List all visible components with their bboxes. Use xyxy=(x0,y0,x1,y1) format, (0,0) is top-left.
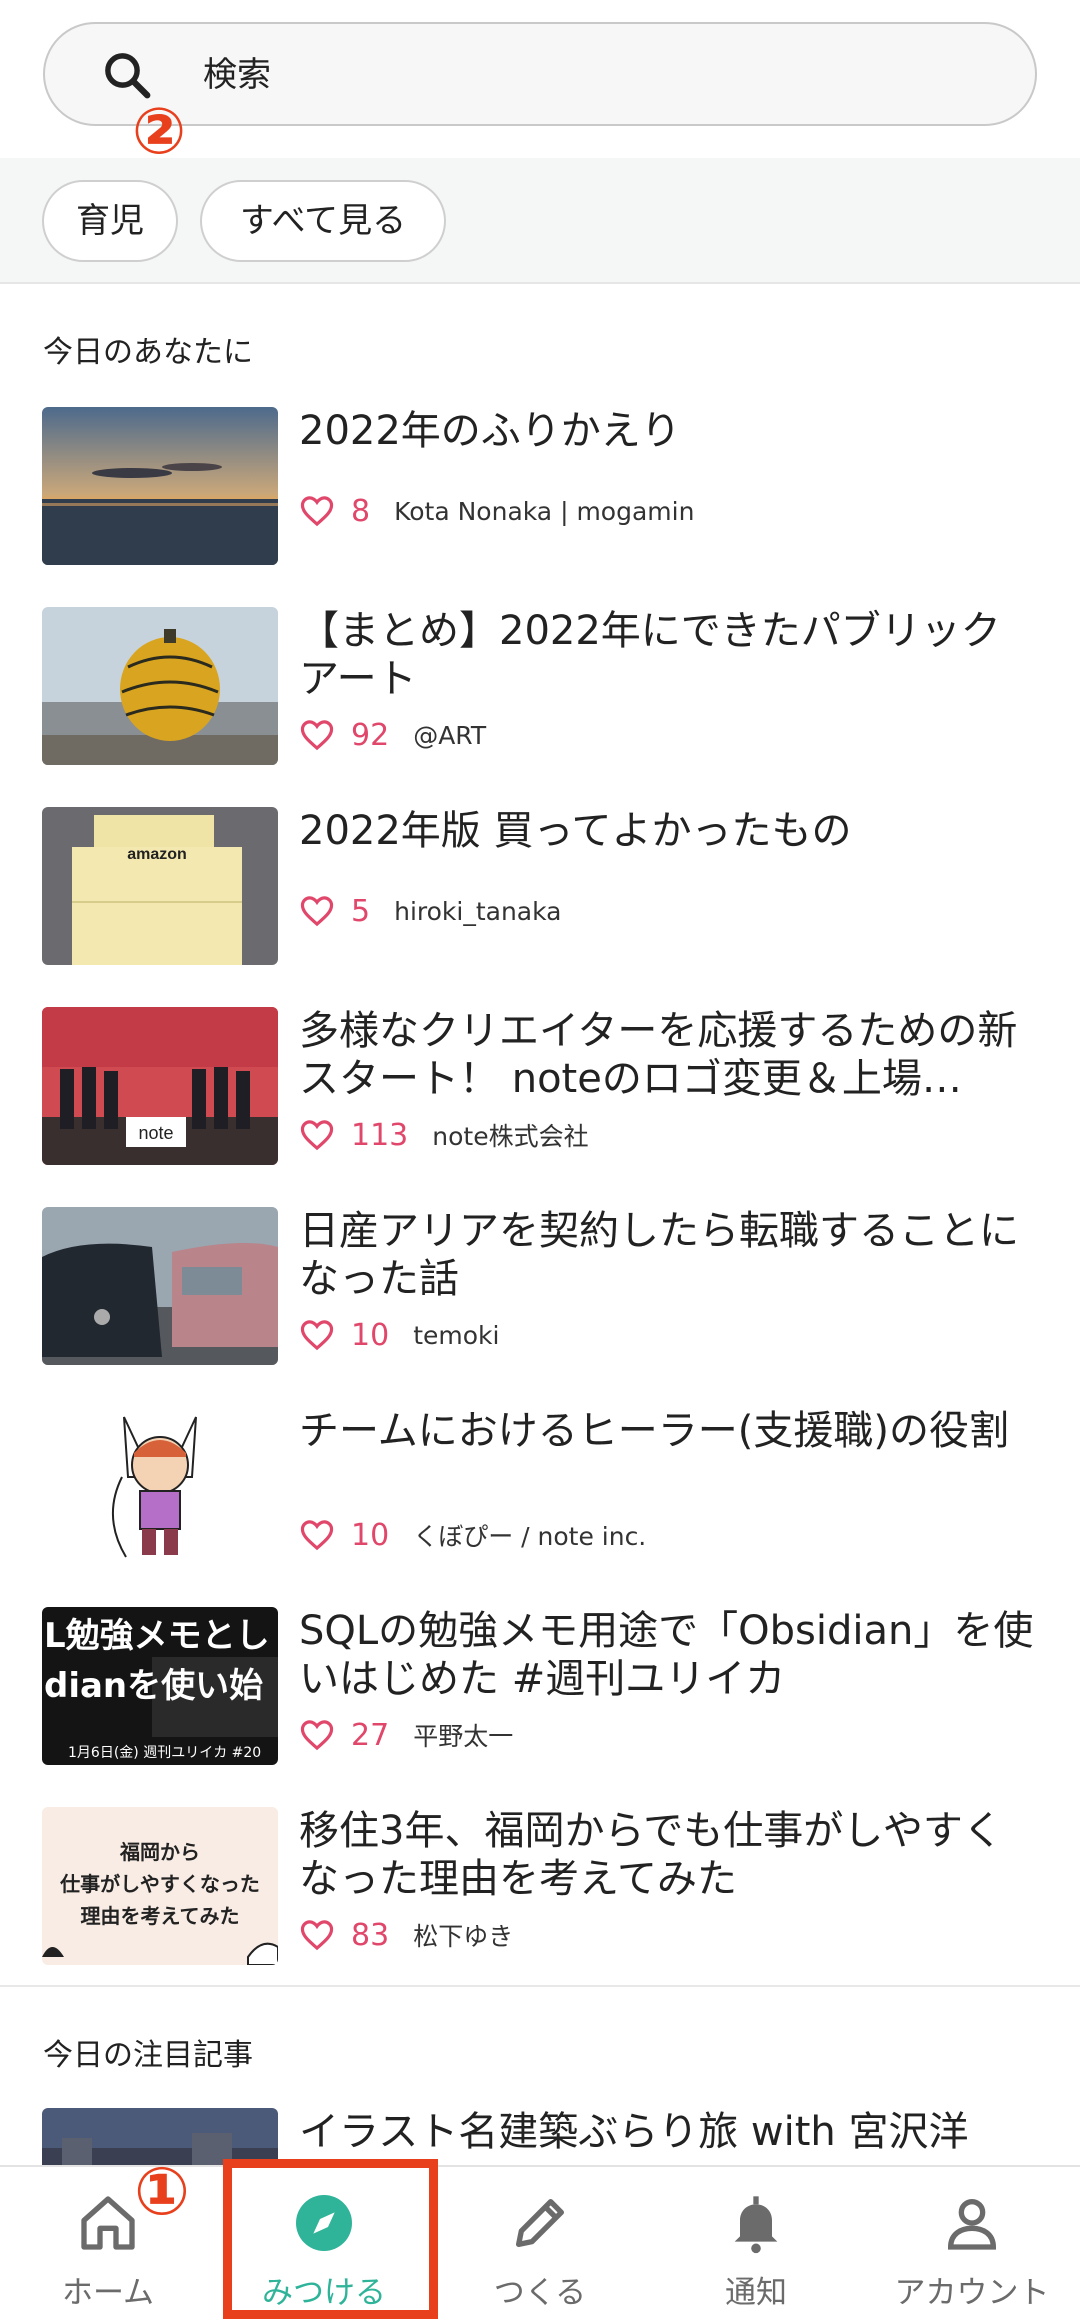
author-name[interactable]: くぼぴー / note inc. xyxy=(413,1517,646,1553)
article-title: イラスト名建築ぶらり旅 with 宮沢洋 xyxy=(299,2109,969,2155)
article-title: チームにおけるヒーラー(支援職)の役割 xyxy=(299,1408,1010,1454)
heart-icon[interactable] xyxy=(299,495,335,527)
like-count: 83 xyxy=(351,1917,390,1953)
nav-item-account[interactable]: アカウント xyxy=(864,2167,1080,2323)
annotation-marker-1: ① xyxy=(134,2153,190,2230)
author-name[interactable]: Kota Nonaka | mogamin xyxy=(394,497,694,526)
fukuoka-thumb-line2: 仕事がしやすくなった xyxy=(59,1872,260,1896)
tag-chip-row: 育児 すべて見る xyxy=(0,158,1080,284)
heart-icon[interactable] xyxy=(299,719,335,751)
heart-icon[interactable] xyxy=(299,1719,335,1751)
article-item[interactable]: 【まとめ】2022年にできたパブリックアート 92 @ART xyxy=(0,607,1080,807)
author-name[interactable]: note株式会社 xyxy=(432,1117,588,1153)
article-title: 2022年のふりかえり xyxy=(299,408,681,454)
search-icon xyxy=(105,53,151,99)
article-title: 日産アリアを契約したら転職することになった話 xyxy=(299,1208,1019,1302)
author-name[interactable]: hiroki_tanaka xyxy=(394,897,561,926)
author-name[interactable]: temoki xyxy=(413,1321,499,1350)
heart-icon[interactable] xyxy=(299,1919,335,1951)
heart-icon[interactable] xyxy=(299,1119,335,1151)
like-count: 113 xyxy=(351,1117,409,1153)
person-icon xyxy=(947,2199,997,2250)
nav-label-home: ホーム xyxy=(61,2275,155,2311)
article-item[interactable]: amazon 2022年版 買ってよかったもの 5 hiroki_tanaka xyxy=(0,807,1080,1007)
sql-thumb-line2: dianを使い始 xyxy=(44,1666,263,1706)
fukuoka-thumb-line1: 福岡から xyxy=(119,1840,200,1864)
article-title: 移住3年、福岡からでも仕事がしやすくなった理由を考えてみた xyxy=(299,1808,1003,1902)
article-meta: 27 平野太一 xyxy=(299,1715,513,1755)
article-thumbnail xyxy=(42,1407,278,1565)
like-count: 5 xyxy=(351,893,371,929)
like-count: 27 xyxy=(351,1717,390,1753)
author-name[interactable]: 平野太一 xyxy=(413,1717,513,1753)
section-title-today: 今日のあなたに xyxy=(43,335,253,370)
heart-icon[interactable] xyxy=(299,1319,335,1351)
article-item[interactable]: 日産アリアを契約したら転職することになった話 10 temoki xyxy=(0,1207,1080,1407)
pen-icon xyxy=(516,2199,564,2247)
like-count: 10 xyxy=(351,1317,390,1353)
article-item[interactable]: 2022年のふりかえり 8 Kota Nonaka | mogamin xyxy=(0,407,1080,607)
sql-thumb-line3: 1月6日(金) 週刊ユリイカ #20 xyxy=(68,1745,261,1761)
article-thumbnail xyxy=(42,407,278,565)
search-input[interactable]: 検索 xyxy=(43,22,1037,126)
article-thumbnail: 福岡から 仕事がしやすくなった 理由を考えてみた xyxy=(42,1807,278,1965)
article-thumbnail: L勉強メモとし dianを使い始 1月6日(金) 週刊ユリイカ #20 xyxy=(42,1607,278,1765)
article-thumbnail: amazon xyxy=(42,807,278,965)
article-item[interactable]: note 多様なクリエイターを応援するための新スタート！ noteのロゴ変更＆上… xyxy=(0,1007,1080,1207)
article-thumbnail: note xyxy=(42,1007,278,1165)
chip-ikuji[interactable]: 育児 xyxy=(42,180,178,262)
article-meta: 10 temoki xyxy=(299,1315,499,1355)
nav-item-create[interactable]: つくる xyxy=(432,2167,648,2323)
like-count: 10 xyxy=(351,1517,390,1553)
search-area: 検索 ② xyxy=(0,0,1080,168)
nav-label-notifications: 通知 xyxy=(725,2275,787,2311)
fukuoka-thumb-line3: 理由を考えてみた xyxy=(81,1904,240,1928)
article-item[interactable]: チームにおけるヒーラー(支援職)の役割 10 くぼぴー / note inc. xyxy=(0,1407,1080,1607)
article-item[interactable]: L勉強メモとし dianを使い始 1月6日(金) 週刊ユリイカ #20 SQLの… xyxy=(0,1607,1080,1807)
amazon-box-label: amazon xyxy=(127,846,187,863)
chip-see-all[interactable]: すべて見る xyxy=(200,180,446,262)
nav-label-create: つくる xyxy=(493,2275,587,2311)
search-placeholder: 検索 xyxy=(203,55,271,95)
section-divider xyxy=(0,1985,1080,1987)
article-thumbnail xyxy=(42,607,278,765)
section-title-featured: 今日の注目記事 xyxy=(43,2038,253,2073)
heart-icon[interactable] xyxy=(299,895,335,927)
article-meta: 83 松下ゆき xyxy=(299,1915,513,1955)
nav-item-notifications[interactable]: 通知 xyxy=(648,2167,864,2323)
article-title: SQLの勉強メモ用途で「Obsidian」を使いはじめた #週刊ユリイカ xyxy=(299,1608,1034,1702)
bell-icon xyxy=(734,2196,778,2254)
article-title: 多様なクリエイターを応援するための新スタート！ noteのロゴ変更＆上場… xyxy=(299,1008,1018,1102)
article-meta: 113 note株式会社 xyxy=(299,1115,589,1155)
highlight-annotation-box xyxy=(223,2159,438,2319)
article-item[interactable]: 福岡から 仕事がしやすくなった 理由を考えてみた 移住3年、福岡からでも仕事がし… xyxy=(0,1807,1080,2007)
article-meta: 92 @ART xyxy=(299,715,486,755)
like-count: 92 xyxy=(351,717,390,753)
article-meta: 5 hiroki_tanaka xyxy=(299,891,561,931)
like-count: 8 xyxy=(351,493,371,529)
author-name[interactable]: 松下ゆき xyxy=(413,1917,513,1953)
article-meta: 10 くぼぴー / note inc. xyxy=(299,1515,646,1555)
heart-icon[interactable] xyxy=(299,1519,335,1551)
article-meta: 8 Kota Nonaka | mogamin xyxy=(299,491,694,531)
sql-thumb-line1: L勉強メモとし xyxy=(44,1616,270,1656)
nav-label-account: アカウント xyxy=(894,2275,1050,2311)
article-title: 【まとめ】2022年にできたパブリックアート xyxy=(299,608,1001,702)
note-logo-sign: note xyxy=(138,1123,173,1143)
author-name[interactable]: @ART xyxy=(413,721,486,750)
article-title: 2022年版 買ってよかったもの xyxy=(299,808,852,854)
article-thumbnail xyxy=(42,1207,278,1365)
home-icon xyxy=(81,2196,135,2250)
